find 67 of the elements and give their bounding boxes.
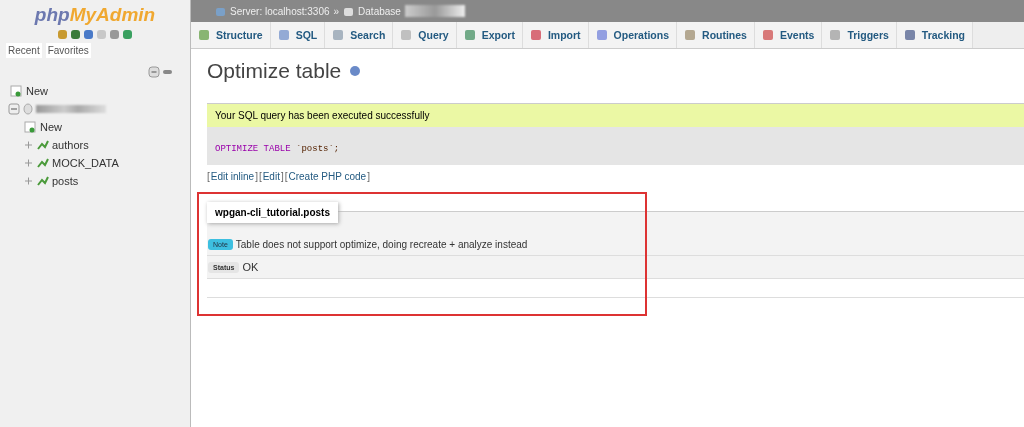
square-icon <box>277 29 290 41</box>
sql-query: OPTIMIZE TABLE `posts`; <box>215 144 340 154</box>
tab[interactable]: Export <box>456 22 523 48</box>
square-icon <box>684 29 697 41</box>
sidebar-tab[interactable]: Favorites <box>45 43 91 58</box>
action-link[interactable]: Create PHP code <box>288 171 367 182</box>
bracket: ] <box>255 171 258 182</box>
blurred-database-name[interactable] <box>36 105 106 113</box>
expand-icon[interactable] <box>22 157 34 169</box>
success-message: Your SQL query has been executed successfully <box>207 103 1024 127</box>
toolbar-icon[interactable] <box>70 29 81 40</box>
expand-icon[interactable] <box>22 139 34 151</box>
bracket: [ <box>284 171 288 182</box>
page-title: Optimize table <box>207 59 342 83</box>
bracket: ] <box>367 171 370 182</box>
square-icon <box>332 29 345 41</box>
collapse-icon[interactable] <box>8 103 20 115</box>
tab[interactable]: Routines <box>677 22 755 48</box>
database-icon <box>22 103 34 115</box>
new-icon <box>22 121 38 133</box>
tree-item[interactable]: authors <box>22 136 190 154</box>
database-icon <box>343 5 355 17</box>
collapse-link-icons[interactable] <box>148 66 174 78</box>
toolbar-icon[interactable] <box>57 29 68 40</box>
action-link[interactable]: Edit <box>262 171 280 182</box>
square-icon <box>463 29 476 41</box>
tab[interactable]: Operations <box>588 22 678 48</box>
tree-item[interactable]: New <box>22 118 190 136</box>
tab[interactable]: Tracking <box>896 22 974 48</box>
action-link[interactable]: Edit inline <box>210 171 255 182</box>
table-icon <box>36 157 50 169</box>
tab[interactable]: Query <box>393 22 457 48</box>
table-icon <box>36 139 50 151</box>
bracket: ] <box>280 171 284 182</box>
tab[interactable]: Triggers <box>822 22 897 48</box>
result-title: wpgan-cli_tutorial.posts <box>207 202 338 223</box>
square-icon <box>400 29 413 41</box>
tree-item[interactable]: posts <box>22 172 190 190</box>
square-icon <box>903 29 916 41</box>
tree-item[interactable]: MOCK_DATA <box>22 154 190 172</box>
result-text: OK <box>242 261 259 273</box>
square-icon <box>529 29 542 41</box>
toolbar-icon[interactable] <box>83 29 94 40</box>
server-icon <box>215 5 226 17</box>
logo[interactable]: phpMyAdmin <box>0 4 190 26</box>
tab[interactable]: Events <box>754 22 823 48</box>
blurred-table-name <box>404 5 465 17</box>
breadcrumb-separator: » <box>333 5 340 17</box>
new-icon <box>8 85 24 97</box>
toolbar-icon[interactable] <box>109 29 120 40</box>
square-icon <box>595 29 608 41</box>
expand-icon[interactable] <box>22 175 34 187</box>
help-icon[interactable] <box>349 65 362 77</box>
sidebar-tab[interactable]: Recent <box>6 43 42 58</box>
tab[interactable]: Import <box>522 22 589 48</box>
result-text: Table does not support optimize, doing recreate + analyze instead <box>235 239 528 250</box>
bracket: [ <box>207 171 210 182</box>
bracket: [ <box>258 171 262 182</box>
tab[interactable]: SQL <box>270 22 326 48</box>
square-icon <box>761 29 774 41</box>
toolbar-icon[interactable] <box>122 29 133 40</box>
tab[interactable]: Search <box>325 22 394 48</box>
square-icon <box>198 29 210 41</box>
tree-item[interactable]: New <box>8 82 190 100</box>
square-icon <box>829 29 842 41</box>
tab[interactable]: Structure <box>191 22 271 48</box>
table-icon <box>36 175 50 187</box>
